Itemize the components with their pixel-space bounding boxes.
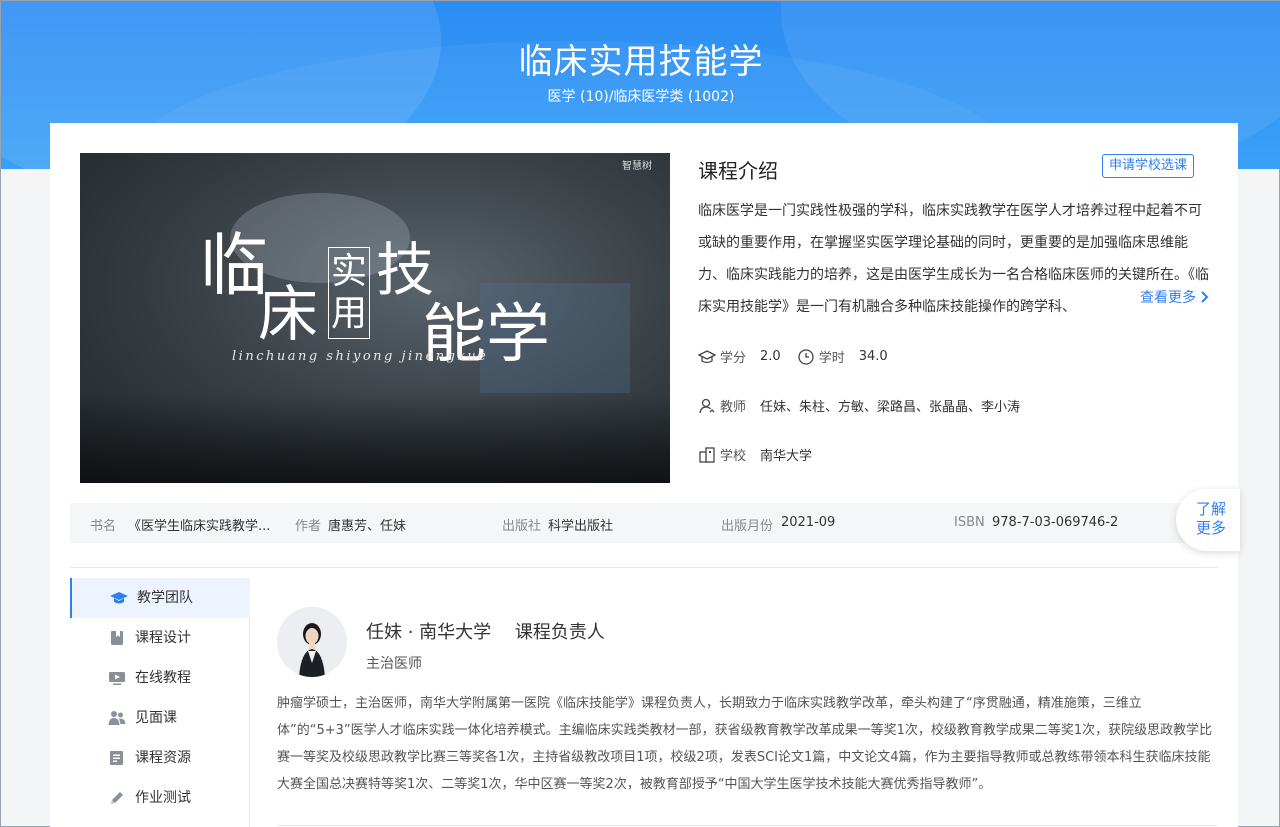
cover-pinyin: linchuang shiyong jinengxue [232, 349, 489, 364]
clock-icon [798, 348, 814, 365]
credit-value: 2.0 [760, 349, 781, 364]
course-title: 临床实用技能学 [518, 42, 764, 82]
cover-brand-logo: 智慧树 [622, 161, 652, 172]
teacher-title: 主治医师 [366, 656, 422, 672]
cover-shadow [80, 393, 670, 483]
learn-more-label: 更多 [1196, 519, 1227, 537]
teacher-role: 课程负责人 [514, 622, 605, 643]
sidebar-item-homework-test[interactable]: 作业测试 [70, 778, 250, 818]
cover-title-char: 技 [376, 236, 435, 304]
teacher-label: 教师 [720, 400, 747, 415]
graduation-cap-icon [698, 349, 716, 363]
teacher-photo [277, 607, 347, 677]
book-publisher-value: 科学出版社 [548, 519, 614, 534]
course-cover-video[interactable]: 智慧树 临 床 实 用 技 能学 linchuang shiyong jinen… [80, 153, 670, 483]
cover-title-char: 学 [486, 298, 550, 372]
course-sidebar: 教学团队 课程设计 在线教程 见面课 课程资源 作业测试 [70, 578, 250, 827]
book-author-value: 唐惠芳、任妹 [328, 519, 407, 534]
see-more-label: 查看更多 [1140, 290, 1196, 306]
pencil-icon [111, 792, 123, 804]
school-name: 南华大学 [760, 449, 813, 464]
teacher-avatar [277, 607, 347, 677]
book-author-label: 作者 [295, 519, 322, 534]
sidebar-item-label: 课程资源 [135, 750, 191, 766]
section-divider [277, 825, 1217, 826]
credit-label: 学分 [720, 351, 747, 366]
school-label: 学校 [720, 449, 747, 464]
book-isbn-label: ISBN [954, 515, 985, 530]
sidebar-item-label: 见面课 [135, 710, 177, 726]
cover-title-boxed-chars: 实 用 [331, 251, 367, 335]
teacher-bio: 肿瘤学硕士，主治医师，南华大学附属第一医院《临床技能学》课程负责人，长期致力于临… [277, 696, 1213, 792]
sidebar-item-teaching-team[interactable]: 教学团队 [70, 578, 250, 618]
cover-title-char: 用 [331, 293, 368, 334]
learn-more-label: 了解 [1196, 500, 1227, 518]
hours-value: 34.0 [858, 349, 888, 364]
apply-course-button[interactable]: 申请学校选课 [1102, 154, 1195, 178]
book-name-value: 《医学生临床实践教学... [128, 519, 271, 534]
cover-title-char: 实 [331, 251, 368, 292]
document-list-icon [110, 751, 123, 765]
intro-heading: 课程介绍 [698, 159, 778, 183]
sidebar-item-label: 课程设计 [135, 630, 191, 646]
sidebar-item-course-design[interactable]: 课程设计 [70, 618, 250, 658]
chevron-right-icon [1201, 291, 1209, 303]
user-icon [699, 398, 715, 413]
book-isbn-value: 978-7-03-069746-2 [992, 515, 1119, 530]
sidebar-item-course-resources[interactable]: 课程资源 [70, 738, 250, 778]
book-date-label: 出版月份 [721, 519, 774, 534]
section-divider [70, 567, 1218, 568]
credit-hours-row: 学分 2.0 学时 34.0 [698, 347, 904, 366]
textbook-info-bar: 书名 《医学生临床实践教学... 作者 唐惠芳、任妹 出版社 科学出版社 出版月… [70, 503, 1218, 543]
sidebar-item-label: 教学团队 [137, 590, 193, 606]
see-more-link[interactable]: 查看更多 [1126, 286, 1211, 310]
sidebar-item-online-tutorial[interactable]: 在线教程 [70, 658, 250, 698]
teacher-names: 任妹、朱柱、方敏、梁路昌、张晶晶、李小涛 [760, 400, 1021, 415]
sidebar-item-meeting-class[interactable]: 见面课 [70, 698, 250, 738]
course-card: 智慧树 临 床 实 用 技 能学 linchuang shiyong jinen… [50, 123, 1240, 827]
bookmark-icon [111, 631, 123, 645]
school-row: 学校 南华大学 [698, 445, 828, 464]
hours-label: 学时 [818, 351, 845, 366]
book-date-value: 2021-09 [781, 515, 836, 530]
graduation-cap-icon [110, 592, 128, 604]
course-category: 医学 (10)/临床医学类 (1002) [547, 89, 735, 105]
video-play-icon [109, 672, 125, 685]
teacher-row: 教师 任妹、朱柱、方敏、梁路昌、张晶晶、李小涛 [698, 396, 1036, 415]
learn-more-button[interactable]: 了解 更多 [1176, 489, 1240, 551]
book-publisher-label: 出版社 [502, 519, 542, 534]
cover-title-char: 床 [258, 280, 318, 350]
school-building-icon [699, 446, 715, 463]
book-name-label: 书名 [90, 519, 117, 534]
teacher-name: 任妹 · 南华大学 [366, 622, 492, 643]
teacher-name-line: 任妹 · 南华大学 课程负责人 [366, 618, 605, 644]
sidebar-item-label: 作业测试 [135, 790, 191, 806]
people-icon [108, 711, 126, 725]
sidebar-item-label: 在线教程 [135, 670, 191, 686]
